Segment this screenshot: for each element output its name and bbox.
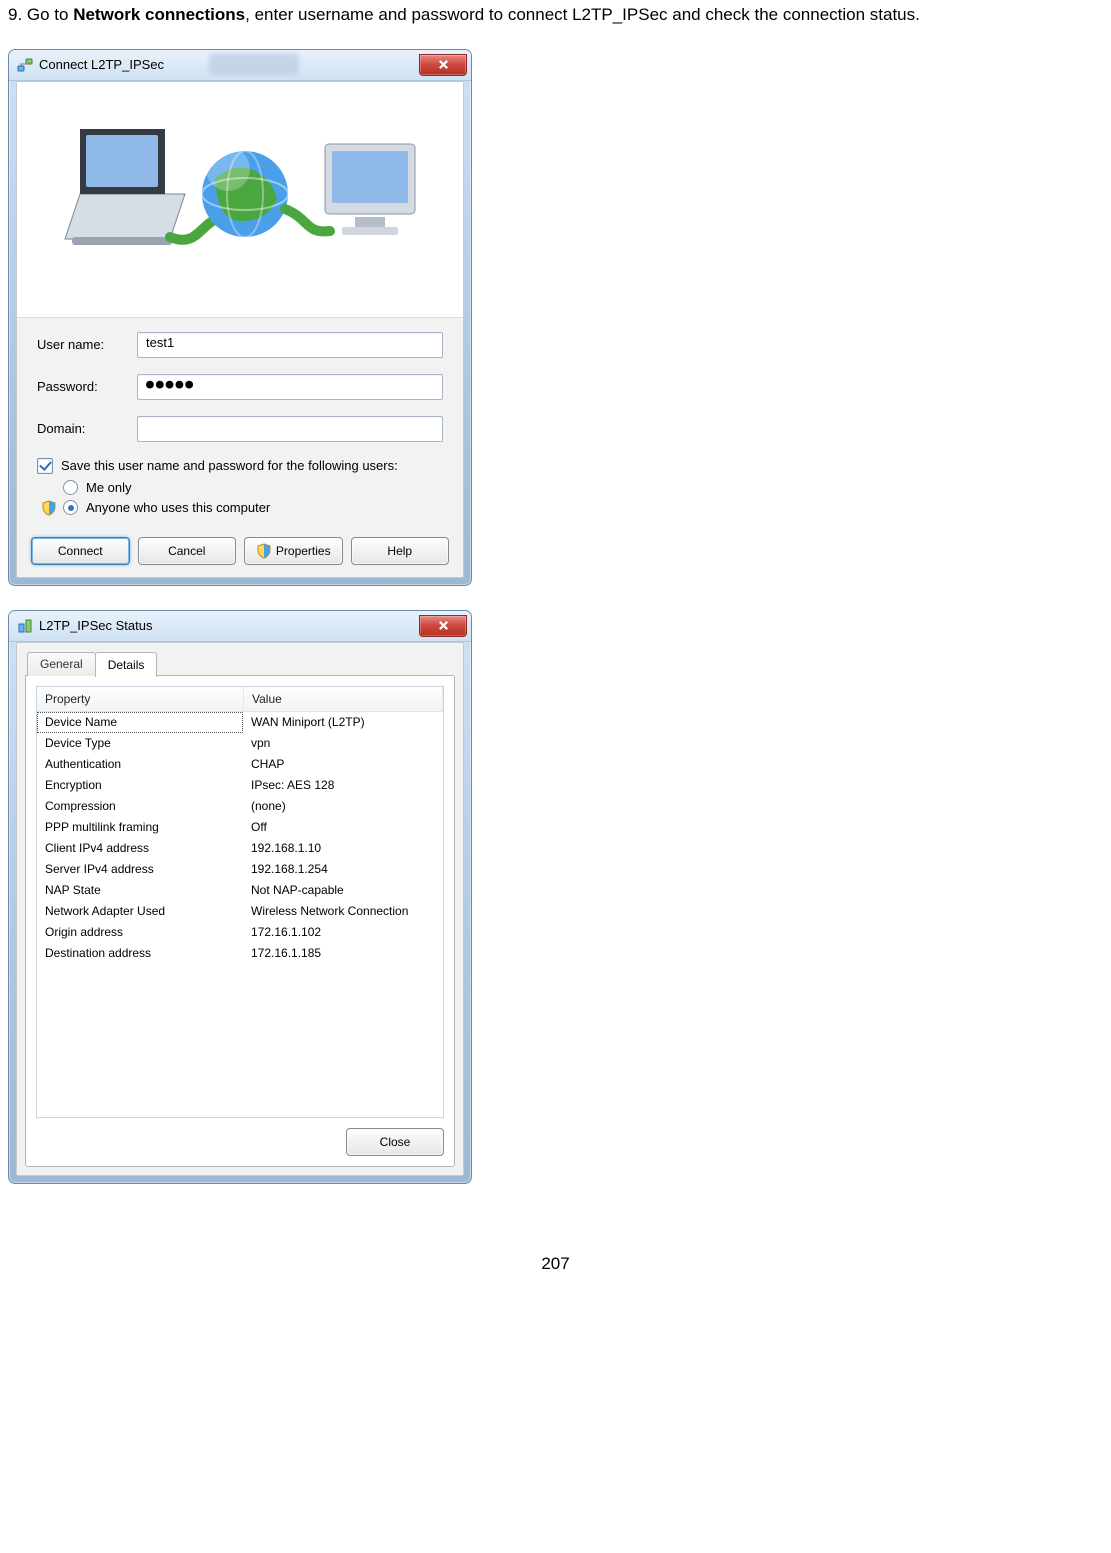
value-cell: (none) (243, 796, 443, 817)
value-cell: vpn (243, 733, 443, 754)
status-icon (17, 618, 33, 634)
help-button[interactable]: Help (351, 537, 450, 565)
connect-button[interactable]: Connect (31, 537, 130, 565)
close-button[interactable] (419, 54, 467, 76)
help-button-label: Help (387, 544, 412, 558)
value-cell: 172.16.1.102 (243, 922, 443, 943)
property-cell: Device Type (37, 733, 243, 754)
instruction-prefix: 9. Go to (8, 5, 73, 24)
domain-label: Domain: (37, 421, 137, 436)
instruction-suffix: , enter username and password to connect… (245, 5, 920, 24)
property-cell: Compression (37, 796, 243, 817)
save-credentials-checkbox[interactable] (37, 458, 53, 474)
table-row[interactable]: Destination address172.16.1.185 (37, 943, 443, 964)
status-title: L2TP_IPSec Status (39, 618, 152, 633)
property-cell: Network Adapter Used (37, 901, 243, 922)
uac-shield-icon (41, 500, 57, 516)
uac-shield-icon (256, 543, 272, 559)
radio-anyone-label: Anyone who uses this computer (86, 500, 270, 515)
title-blur (209, 53, 299, 75)
radio-anyone[interactable] (63, 500, 78, 515)
col-property[interactable]: Property (37, 687, 244, 711)
password-label: Password: (37, 379, 137, 394)
property-cell: Encryption (37, 775, 243, 796)
connection-illustration (17, 82, 463, 318)
table-row[interactable]: PPP multilink framingOff (37, 817, 443, 838)
close-icon (438, 59, 449, 70)
properties-header: Property Value (37, 687, 443, 712)
status-titlebar[interactable]: L2TP_IPSec Status (9, 611, 471, 642)
tab-details-label: Details (108, 658, 145, 672)
property-cell: Destination address (37, 943, 243, 964)
table-row[interactable]: Device Typevpn (37, 733, 443, 754)
page-number: 207 (8, 1254, 1103, 1274)
property-cell: Origin address (37, 922, 243, 943)
table-row[interactable]: NAP StateNot NAP-capable (37, 880, 443, 901)
tab-general[interactable]: General (27, 652, 96, 676)
table-row[interactable]: Server IPv4 address192.168.1.254 (37, 859, 443, 880)
save-credentials-label: Save this user name and password for the… (61, 458, 398, 473)
close-status-label: Close (380, 1135, 411, 1149)
close-button[interactable] (419, 615, 467, 637)
table-row[interactable]: Device NameWAN Miniport (L2TP) (37, 712, 443, 733)
connect-titlebar[interactable]: Connect L2TP_IPSec (9, 50, 471, 81)
radio-me-only[interactable] (63, 480, 78, 495)
domain-input[interactable] (137, 416, 443, 442)
cancel-button[interactable]: Cancel (138, 537, 237, 565)
properties-button[interactable]: Properties (244, 537, 343, 565)
value-cell: 192.168.1.10 (243, 838, 443, 859)
table-row[interactable]: Client IPv4 address192.168.1.10 (37, 838, 443, 859)
table-row[interactable]: AuthenticationCHAP (37, 754, 443, 775)
connect-dialog: Connect L2TP_IPSec (8, 49, 472, 586)
value-cell: 192.168.1.254 (243, 859, 443, 880)
network-icon (17, 57, 33, 73)
table-row[interactable]: Origin address172.16.1.102 (37, 922, 443, 943)
value-cell: 172.16.1.185 (243, 943, 443, 964)
property-cell: Client IPv4 address (37, 838, 243, 859)
tab-general-label: General (40, 657, 83, 671)
properties-list: Property Value Device NameWAN Miniport (… (36, 686, 444, 1118)
table-row[interactable]: EncryptionIPsec: AES 128 (37, 775, 443, 796)
instruction-text: 9. Go to Network connections, enter user… (8, 4, 1103, 27)
connect-title: Connect L2TP_IPSec (39, 57, 164, 72)
table-row[interactable]: Compression(none) (37, 796, 443, 817)
value-cell: Off (243, 817, 443, 838)
close-icon (438, 620, 449, 631)
connect-button-label: Connect (58, 544, 103, 558)
username-label: User name: (37, 337, 137, 352)
col-value[interactable]: Value (244, 687, 443, 711)
value-cell: CHAP (243, 754, 443, 775)
close-status-button[interactable]: Close (346, 1128, 444, 1156)
password-input[interactable]: ●●●●● (137, 374, 443, 400)
tabs: General Details (27, 651, 455, 676)
property-cell: Server IPv4 address (37, 859, 243, 880)
cancel-button-label: Cancel (168, 544, 205, 558)
value-cell: WAN Miniport (L2TP) (243, 712, 443, 733)
property-cell: NAP State (37, 880, 243, 901)
table-row[interactable]: Network Adapter UsedWireless Network Con… (37, 901, 443, 922)
property-cell: Authentication (37, 754, 243, 775)
property-cell: PPP multilink framing (37, 817, 243, 838)
tab-details[interactable]: Details (95, 652, 158, 677)
value-cell: Not NAP-capable (243, 880, 443, 901)
radio-me-only-label: Me only (86, 480, 132, 495)
username-input[interactable]: test1 (137, 332, 443, 358)
property-cell: Device Name (37, 712, 243, 733)
properties-button-label: Properties (276, 544, 331, 558)
status-dialog: L2TP_IPSec Status General Details Proper… (8, 610, 472, 1184)
value-cell: IPsec: AES 128 (243, 775, 443, 796)
instruction-bold: Network connections (73, 5, 245, 24)
value-cell: Wireless Network Connection (243, 901, 443, 922)
